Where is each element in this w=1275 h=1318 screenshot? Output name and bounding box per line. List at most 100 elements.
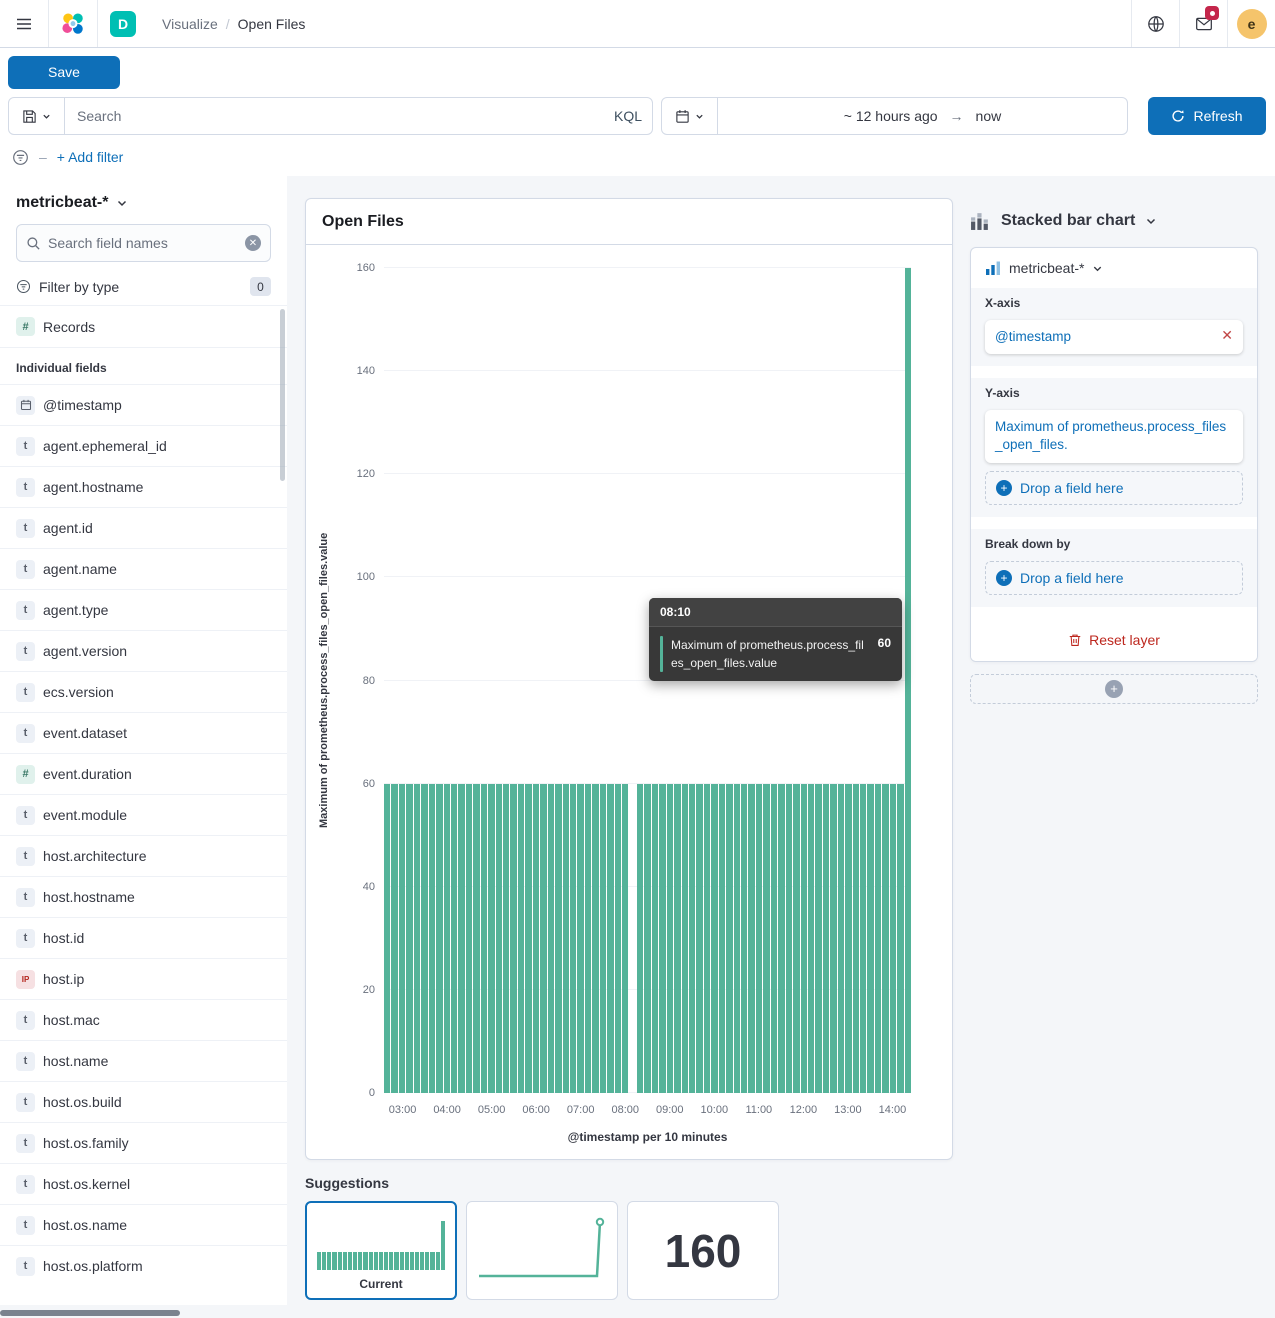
bar-12:20[interactable]: [815, 784, 821, 1093]
add-filter-button[interactable]: + Add filter: [57, 149, 124, 165]
bar-11:20[interactable]: [771, 784, 777, 1093]
bar-11:00[interactable]: [756, 784, 762, 1093]
bar-11:50[interactable]: [793, 784, 799, 1093]
bar-11:10[interactable]: [763, 784, 769, 1093]
help-button[interactable]: [1131, 0, 1179, 47]
field-item-event.module[interactable]: tevent.module: [0, 794, 287, 835]
layer-index-pattern-switcher[interactable]: metricbeat-*: [971, 248, 1257, 288]
field-item-@timestamp[interactable]: @timestamp: [0, 384, 287, 425]
elastic-home-button[interactable]: [49, 0, 97, 47]
x-axis-dimension[interactable]: @timestamp ✕: [985, 320, 1243, 354]
bar-05:20[interactable]: [503, 784, 509, 1093]
field-item-agent.hostname[interactable]: tagent.hostname: [0, 466, 287, 507]
bar-06:10[interactable]: [540, 784, 546, 1093]
bar-07:30[interactable]: [600, 784, 606, 1093]
user-menu-button[interactable]: e: [1227, 0, 1275, 47]
field-item-event.dataset[interactable]: tevent.dataset: [0, 712, 287, 753]
bar-14:00[interactable]: [890, 784, 896, 1093]
field-item-ecs.version[interactable]: tecs.version: [0, 671, 287, 712]
bar-12:30[interactable]: [823, 784, 829, 1093]
bar-10:50[interactable]: [748, 784, 754, 1093]
time-range-end[interactable]: now: [976, 108, 1002, 124]
bar-14:10[interactable]: [897, 784, 903, 1093]
bar-08:30[interactable]: [644, 784, 650, 1093]
field-item-host.mac[interactable]: thost.mac: [0, 999, 287, 1040]
field-item-agent.name[interactable]: tagent.name: [0, 548, 287, 589]
suggestion-line-chart[interactable]: [466, 1201, 618, 1300]
bar-07:50[interactable]: [615, 784, 621, 1093]
field-item-host.id[interactable]: thost.id: [0, 917, 287, 958]
bar-05:30[interactable]: [510, 784, 516, 1093]
bar-06:00[interactable]: [533, 784, 539, 1093]
bar-04:10[interactable]: [451, 784, 457, 1093]
breadcrumb-visualize[interactable]: Visualize: [162, 16, 218, 32]
bar-09:20[interactable]: [682, 784, 688, 1093]
bar-12:10[interactable]: [808, 784, 814, 1093]
bar-06:40[interactable]: [563, 784, 569, 1093]
field-item-agent.ephemeral_id[interactable]: tagent.ephemeral_id: [0, 425, 287, 466]
bar-11:30[interactable]: [778, 784, 784, 1093]
remove-dimension-icon[interactable]: ✕: [1221, 328, 1233, 342]
bar-10:40[interactable]: [741, 784, 747, 1093]
bar-14:20[interactable]: [905, 268, 911, 1093]
bar-08:40[interactable]: [652, 784, 658, 1093]
notifications-button[interactable]: [1179, 0, 1227, 47]
bar-09:40[interactable]: [696, 784, 702, 1093]
field-item-event.duration[interactable]: #event.duration: [0, 753, 287, 794]
date-quick-select-button[interactable]: [662, 98, 718, 134]
field-item-host.os.name[interactable]: thost.os.name: [0, 1204, 287, 1245]
add-layer-button[interactable]: +: [1105, 680, 1123, 698]
bar-07:20[interactable]: [592, 784, 598, 1093]
saved-query-menu-button[interactable]: [9, 98, 65, 134]
chart-type-selector[interactable]: Stacked bar chart: [970, 210, 1258, 231]
bar-07:10[interactable]: [585, 784, 591, 1093]
bar-10:00[interactable]: [711, 784, 717, 1093]
field-item-host.architecture[interactable]: thost.architecture: [0, 835, 287, 876]
filter-circle-icon[interactable]: [12, 149, 29, 166]
time-range-start[interactable]: ~ 12 hours ago: [844, 108, 938, 124]
field-item-host.name[interactable]: thost.name: [0, 1040, 287, 1081]
field-item-host.os.family[interactable]: thost.os.family: [0, 1122, 287, 1163]
bar-08:10[interactable]: [629, 784, 635, 1093]
y-axis-drop-zone[interactable]: + Drop a field here: [985, 471, 1243, 505]
bar-13:20[interactable]: [860, 784, 866, 1093]
bar-02:40[interactable]: [384, 784, 390, 1093]
bar-04:50[interactable]: [481, 784, 487, 1093]
horizontal-scrollbar[interactable]: [0, 1310, 180, 1316]
bar-13:30[interactable]: [867, 784, 873, 1093]
field-search-input[interactable]: [48, 235, 238, 251]
bar-09:50[interactable]: [704, 784, 710, 1093]
bar-06:30[interactable]: [555, 784, 561, 1093]
sidebar-scrollbar[interactable]: [280, 309, 285, 481]
filter-by-type-button[interactable]: Filter by type 0: [0, 268, 287, 305]
field-item-host.hostname[interactable]: thost.hostname: [0, 876, 287, 917]
bar-09:30[interactable]: [689, 784, 695, 1093]
reset-layer-button[interactable]: Reset layer: [971, 619, 1257, 661]
bar-03:30[interactable]: [421, 784, 427, 1093]
bar-05:50[interactable]: [525, 784, 531, 1093]
field-item-host.os.kernel[interactable]: thost.os.kernel: [0, 1163, 287, 1204]
bar-02:50[interactable]: [391, 784, 397, 1093]
field-item-host.os.platform[interactable]: thost.os.platform: [0, 1245, 287, 1286]
suggestion-metric[interactable]: 160: [627, 1201, 779, 1300]
field-item-agent.id[interactable]: tagent.id: [0, 507, 287, 548]
bar-04:40[interactable]: [473, 784, 479, 1093]
bar-05:10[interactable]: [496, 784, 502, 1093]
bar-10:10[interactable]: [719, 784, 725, 1093]
bar-08:00[interactable]: [622, 784, 628, 1093]
bar-03:40[interactable]: [429, 784, 435, 1093]
bar-12:40[interactable]: [830, 784, 836, 1093]
menu-button[interactable]: [0, 0, 48, 47]
bar-13:40[interactable]: [875, 784, 881, 1093]
bar-03:00[interactable]: [399, 784, 405, 1093]
bar-06:50[interactable]: [570, 784, 576, 1093]
records-field[interactable]: # Records: [0, 305, 287, 348]
search-input[interactable]: [65, 98, 604, 134]
bar-08:50[interactable]: [659, 784, 665, 1093]
bar-04:00[interactable]: [444, 784, 450, 1093]
bar-07:40[interactable]: [607, 784, 613, 1093]
clear-search-icon[interactable]: ✕: [245, 235, 261, 251]
field-item-host.ip[interactable]: IPhost.ip: [0, 958, 287, 999]
bar-10:20[interactable]: [726, 784, 732, 1093]
bar-03:50[interactable]: [436, 784, 442, 1093]
